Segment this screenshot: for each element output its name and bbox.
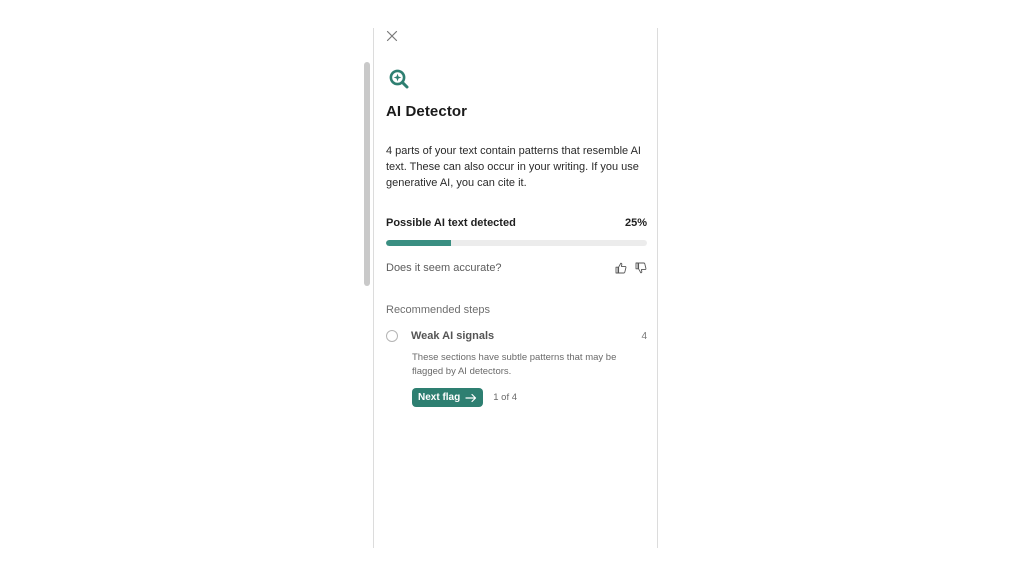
step-count: 4 [641,330,647,342]
detection-summary: Possible AI text detected 25% [386,217,647,229]
detection-label: Possible AI text detected [386,217,516,229]
step-description: These sections have subtle patterns that… [412,352,617,377]
flag-navigation: Next flag 1 of 4 [412,388,517,407]
flag-pager: 1 of 4 [493,392,518,403]
close-icon [386,30,398,42]
accuracy-feedback: Does it seem accurate? [386,262,647,274]
recommended-steps-heading: Recommended steps [386,304,490,316]
detection-percent: 25% [624,217,647,229]
ai-detector-logo-icon [388,68,410,90]
thumbs-down-icon [635,262,647,274]
panel-title: AI Detector [386,103,468,120]
accuracy-prompt: Does it seem accurate? [386,262,502,274]
thumbs-down-button[interactable] [635,262,647,274]
thumbs-up-icon [615,262,627,274]
panel-description: 4 parts of your text contain patterns th… [386,145,641,189]
next-flag-label: Next flag [418,392,461,403]
step-radio[interactable] [386,330,398,342]
thumbs-up-button[interactable] [615,262,627,274]
step-title: Weak AI signals [411,330,495,342]
step-weak-ai-signals[interactable]: Weak AI signals 4 [386,330,647,342]
app-stage: AI Detector 4 parts of your text contain… [0,0,1024,576]
close-button[interactable] [384,28,400,44]
scrollbar[interactable] [364,62,370,286]
arrow-right-icon [465,393,477,402]
detection-progress-bar [386,240,647,246]
next-flag-button[interactable]: Next flag [412,388,484,407]
ai-detector-panel: AI Detector 4 parts of your text contain… [373,28,658,548]
detection-progress-fill [386,240,452,246]
feedback-buttons [615,262,647,274]
